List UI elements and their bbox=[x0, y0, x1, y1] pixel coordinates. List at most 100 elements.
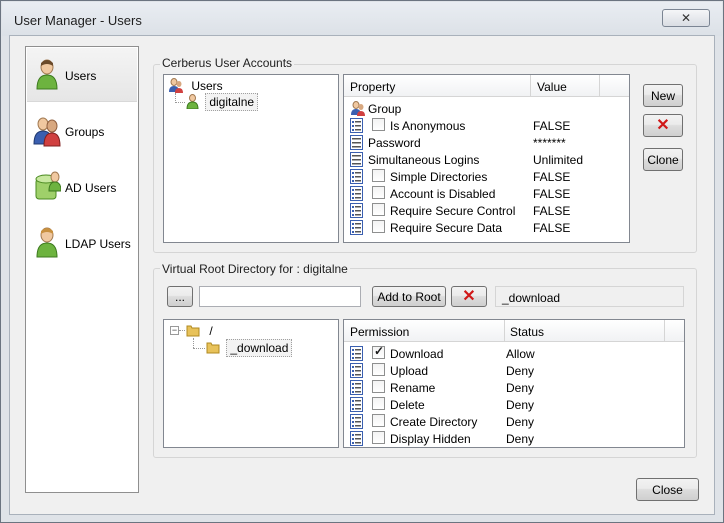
permission-icon bbox=[350, 414, 363, 429]
property-row-secure-data[interactable]: Require Secure Data FALSE bbox=[344, 219, 629, 236]
tree-label-digitalne: digitalne bbox=[205, 93, 259, 111]
delete-checkbox[interactable] bbox=[372, 397, 385, 410]
permission-icon bbox=[350, 363, 363, 378]
permission-grid[interactable]: Permission Status Download Allow Upload … bbox=[343, 319, 685, 448]
column-header-value: Value bbox=[537, 80, 567, 94]
clone-user-button[interactable]: Clone bbox=[643, 148, 683, 171]
secure-data-checkbox[interactable] bbox=[372, 220, 385, 233]
property-icon bbox=[350, 203, 363, 218]
users-tree[interactable]: Users digitalne bbox=[163, 74, 339, 243]
download-checkbox[interactable] bbox=[372, 344, 385, 359]
tree-node-user[interactable]: digitalne bbox=[186, 93, 259, 111]
new-user-button[interactable]: New bbox=[643, 84, 683, 107]
property-row-account-disabled[interactable]: Account is Disabled FALSE bbox=[344, 185, 629, 202]
is-anonymous-checkbox[interactable] bbox=[372, 118, 385, 131]
users-root-icon bbox=[169, 78, 183, 93]
user-icon bbox=[36, 59, 58, 90]
secure-control-checkbox[interactable] bbox=[372, 203, 385, 216]
permission-icon bbox=[350, 346, 363, 361]
display-hidden-checkbox[interactable] bbox=[372, 431, 385, 444]
rename-checkbox[interactable] bbox=[372, 380, 385, 393]
user-icon bbox=[186, 94, 199, 110]
property-name: Is Anonymous bbox=[390, 119, 466, 133]
ldap-user-icon bbox=[36, 227, 58, 258]
property-name: Require Secure Data bbox=[390, 221, 503, 235]
delete-user-button[interactable]: ✕ bbox=[643, 114, 683, 137]
permission-name: Rename bbox=[390, 381, 436, 395]
property-row-password[interactable]: Password ******* bbox=[344, 134, 629, 151]
permission-row-upload[interactable]: Upload Deny bbox=[344, 362, 684, 379]
column-separator bbox=[664, 320, 665, 342]
property-name: Simultaneous Logins bbox=[368, 153, 480, 167]
nav-item-users[interactable]: Users bbox=[27, 48, 137, 102]
user-manager-window: User Manager - Users ✕ Users Groups AD U… bbox=[0, 0, 724, 523]
nav-item-ad-users[interactable]: AD Users bbox=[27, 160, 137, 214]
browse-button[interactable]: ... bbox=[167, 286, 193, 307]
permission-status: Deny bbox=[506, 415, 535, 429]
permission-row-rename[interactable]: Rename Deny bbox=[344, 379, 684, 396]
nav-item-ldap-users[interactable]: LDAP Users bbox=[27, 216, 137, 270]
folder-icon bbox=[206, 342, 220, 354]
property-row-simultaneous-logins[interactable]: Simultaneous Logins Unlimited bbox=[344, 151, 629, 168]
column-separator bbox=[530, 75, 531, 97]
window-close-button[interactable]: ✕ bbox=[662, 9, 710, 27]
permission-row-delete[interactable]: Delete Deny bbox=[344, 396, 684, 413]
permission-name: Display Hidden bbox=[390, 432, 471, 446]
property-icon bbox=[350, 118, 363, 133]
close-button[interactable]: Close bbox=[636, 478, 699, 501]
directory-tree[interactable]: − / _download bbox=[163, 319, 339, 448]
upload-checkbox[interactable] bbox=[372, 363, 385, 376]
nav-item-groups[interactable]: Groups bbox=[27, 104, 137, 158]
column-separator bbox=[504, 320, 505, 342]
property-grid[interactable]: Property Value Group Is Anonymous FALSE … bbox=[343, 74, 630, 243]
create-directory-checkbox[interactable] bbox=[372, 414, 385, 427]
property-name: Account is Disabled bbox=[390, 187, 496, 201]
add-to-root-button[interactable]: Add to Root bbox=[372, 286, 446, 307]
ad-users-icon bbox=[35, 171, 61, 200]
property-value: FALSE bbox=[533, 170, 571, 184]
delete-root-button[interactable]: ✕ bbox=[451, 286, 487, 307]
property-value: FALSE bbox=[533, 221, 571, 235]
client-area: Users Groups AD Users LDAP Users Cerberu… bbox=[9, 35, 715, 515]
folder-icon bbox=[186, 325, 200, 337]
property-row-simple-directories[interactable]: Simple Directories FALSE bbox=[344, 168, 629, 185]
permission-name: Download bbox=[390, 347, 444, 361]
column-header-status: Status bbox=[510, 325, 545, 339]
property-name: Simple Directories bbox=[390, 170, 488, 184]
tree-connector bbox=[193, 348, 205, 349]
tree-node-root[interactable]: / bbox=[186, 323, 213, 338]
nav-label-users: Users bbox=[65, 69, 97, 83]
collapse-toggle-icon[interactable]: − bbox=[170, 326, 179, 335]
nav-panel: Users Groups AD Users LDAP Users bbox=[25, 46, 139, 493]
permission-status: Allow bbox=[506, 347, 535, 361]
group-icon bbox=[351, 101, 365, 116]
property-value: ******* bbox=[533, 136, 566, 150]
tree-node-download[interactable]: _download bbox=[206, 339, 293, 357]
selected-directory-field: _download bbox=[495, 286, 684, 307]
permission-icon bbox=[350, 380, 363, 395]
permission-row-create-directory[interactable]: Create Directory Deny bbox=[344, 413, 684, 430]
permission-status: Deny bbox=[506, 432, 535, 446]
property-grid-header: Property Value bbox=[344, 75, 629, 97]
permission-icon bbox=[350, 431, 363, 446]
group-icon bbox=[33, 117, 61, 147]
column-header-property: Property bbox=[350, 80, 396, 94]
property-name: Group bbox=[368, 102, 402, 116]
property-value: FALSE bbox=[533, 204, 571, 218]
permission-row-display-hidden[interactable]: Display Hidden Deny bbox=[344, 430, 684, 447]
property-row-group[interactable]: Group bbox=[344, 100, 629, 117]
tree-connector bbox=[175, 102, 185, 103]
permission-grid-header: Permission Status bbox=[344, 320, 684, 342]
property-row-is-anonymous[interactable]: Is Anonymous FALSE bbox=[344, 117, 629, 134]
property-icon bbox=[350, 169, 363, 184]
tree-node-users[interactable]: Users bbox=[168, 78, 223, 93]
account-disabled-checkbox[interactable] bbox=[372, 186, 385, 199]
path-input[interactable] bbox=[199, 286, 361, 307]
simple-directories-checkbox[interactable] bbox=[372, 169, 385, 182]
tree-connector bbox=[179, 330, 185, 331]
permission-icon bbox=[350, 397, 363, 412]
property-value: FALSE bbox=[533, 187, 571, 201]
vroot-group-label: Virtual Root Directory for : digitalne bbox=[160, 262, 350, 276]
property-row-secure-control[interactable]: Require Secure Control FALSE bbox=[344, 202, 629, 219]
permission-row-download[interactable]: Download Allow bbox=[344, 344, 684, 362]
